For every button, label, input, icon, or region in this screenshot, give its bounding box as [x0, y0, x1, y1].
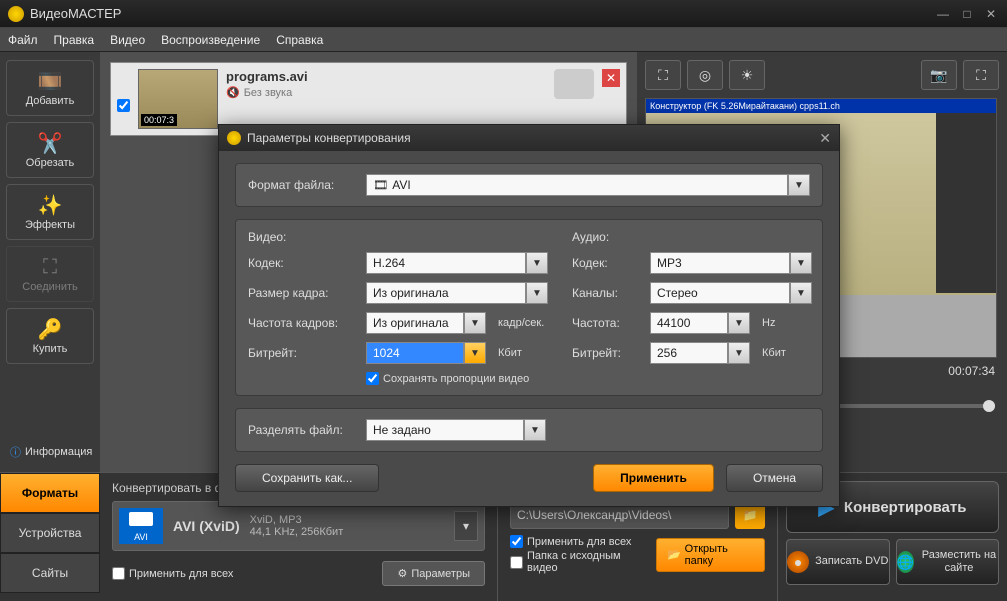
file-remove-button[interactable]: ✕ [602, 69, 620, 87]
gear-icon: ⚙ [397, 567, 407, 580]
menubar: Файл Правка Видео Воспроизведение Справк… [0, 28, 1007, 52]
tab-devices[interactable]: Устройства [0, 513, 100, 553]
titlebar: ВидеоМАСТЕР — □ ✕ [0, 0, 1007, 28]
freq-select[interactable]: 44100▼ [650, 312, 750, 334]
burn-dvd-button[interactable]: ● Записать DVD [786, 539, 890, 585]
info-button[interactable]: ⓘ Информация [6, 440, 94, 464]
video-bitrate-select[interactable]: 1024▼ [366, 342, 486, 364]
snapshot-button[interactable]: 📷 [921, 60, 957, 90]
frame-size-select[interactable]: Из оригинала▼ [366, 282, 548, 304]
join-button: ⛶ Соединить [6, 246, 94, 302]
apply-button[interactable]: Применить [593, 464, 714, 492]
camera-icon [554, 69, 594, 99]
dialog-titlebar[interactable]: Параметры конвертирования ✕ [219, 125, 839, 151]
preview-window-title: Конструктор (FK 5.26Мирайтакани) cpps11.… [646, 99, 996, 113]
format-selector[interactable]: AVI AVI (XviD) XviD, MP3 44,1 KHz, 256Кб… [112, 501, 485, 551]
file-audio-info: 🔇 Без звука [226, 86, 546, 99]
format-icon: AVI [119, 508, 163, 544]
left-toolbar: 🎞️ Добавить ✂️ Обрезать ✨ Эффекты ⛶ Соед… [0, 52, 100, 472]
key-icon: 🔑 [36, 317, 64, 341]
current-time: 00:07:34 [948, 364, 995, 378]
add-button[interactable]: 🎞️ Добавить [6, 60, 94, 116]
file-format-select[interactable]: 🎞AVI ▼ [366, 174, 810, 196]
audio-codec-select[interactable]: MP3▼ [650, 252, 812, 274]
fullscreen-button[interactable]: ⛶ [963, 60, 999, 90]
close-button[interactable]: ✕ [983, 6, 999, 22]
disc-icon: ● [787, 551, 809, 573]
keep-aspect-checkbox[interactable]: Сохранять пропорции видео [366, 372, 529, 385]
menu-playback[interactable]: Воспроизведение [161, 33, 260, 47]
tab-sites[interactable]: Сайты [0, 553, 100, 593]
effects-button[interactable]: ✨ Эффекты [6, 184, 94, 240]
scissors-icon: ✂️ [36, 131, 64, 155]
menu-file[interactable]: Файл [8, 33, 38, 47]
publish-button[interactable]: 🌐 Разместить на сайте [896, 539, 1000, 585]
file-duration: 00:07:3 [141, 114, 177, 126]
globe-icon: 🌐 [897, 551, 914, 573]
fps-select[interactable]: Из оригинала▼ [366, 312, 486, 334]
open-folder-button[interactable]: 📂 Открыть папку [656, 538, 765, 572]
crop-button[interactable]: ⛶ [645, 60, 681, 90]
channels-select[interactable]: Стерео▼ [650, 282, 812, 304]
volume-slider[interactable] [829, 404, 995, 408]
apply-all-format-checkbox[interactable]: Применить для всех [112, 567, 233, 580]
file-name: programs.avi [226, 69, 546, 84]
format-dropdown-button[interactable]: ▾ [454, 511, 478, 541]
speaker-icon: 🔇 [226, 86, 240, 99]
menu-edit[interactable]: Правка [54, 33, 95, 47]
cancel-button[interactable]: Отмена [726, 464, 823, 492]
apply-all-save-checkbox[interactable]: Применить для всех [510, 535, 646, 548]
wand-icon: ✨ [36, 193, 64, 217]
params-button[interactable]: ⚙ Параметры [382, 561, 485, 586]
add-icon: 🎞️ [36, 69, 64, 93]
file-checkbox[interactable] [117, 99, 130, 112]
menu-video[interactable]: Видео [110, 33, 145, 47]
brightness-button[interactable]: ☀ [729, 60, 765, 90]
convert-params-dialog: Параметры конвертирования ✕ Формат файла… [218, 124, 840, 507]
tab-formats[interactable]: Форматы [0, 473, 100, 513]
save-as-button[interactable]: Сохранить как... [235, 464, 379, 492]
chevron-down-icon[interactable]: ▼ [788, 174, 810, 196]
minimize-button[interactable]: — [935, 6, 951, 22]
app-title: ВидеоМАСТЕР [30, 6, 935, 21]
file-thumbnail: 00:07:3 [138, 69, 218, 129]
join-icon: ⛶ [36, 255, 64, 279]
film-icon: 🎞 [373, 178, 388, 192]
menu-help[interactable]: Справка [276, 33, 323, 47]
settings-icon-button[interactable]: ◎ [687, 60, 723, 90]
info-icon: ⓘ [10, 444, 21, 460]
cut-button[interactable]: ✂️ Обрезать [6, 122, 94, 178]
app-logo-icon [8, 6, 24, 22]
video-section-title: Видео: [248, 230, 548, 244]
file-format-label: Формат файла: [248, 178, 358, 192]
dialog-logo-icon [227, 131, 241, 145]
format-name: AVI (XviD) [173, 518, 240, 534]
maximize-button[interactable]: □ [959, 6, 975, 22]
audio-bitrate-select[interactable]: 256▼ [650, 342, 750, 364]
dialog-close-button[interactable]: ✕ [819, 130, 831, 147]
audio-section-title: Аудио: [572, 230, 812, 244]
dialog-title: Параметры конвертирования [247, 131, 411, 145]
source-folder-checkbox[interactable]: Папка с исходным видео [510, 550, 646, 574]
split-select[interactable]: Не задано▼ [366, 419, 546, 441]
buy-button[interactable]: 🔑 Купить [6, 308, 94, 364]
video-codec-select[interactable]: H.264▼ [366, 252, 548, 274]
folder-icon: 📂 [667, 548, 681, 561]
